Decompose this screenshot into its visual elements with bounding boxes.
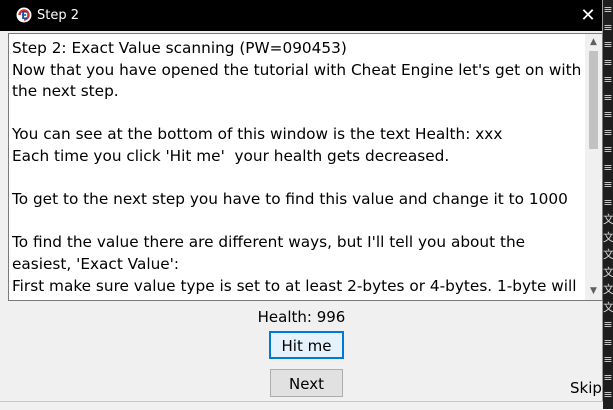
background-glyph: ≡: [603, 90, 613, 104]
background-glyph: 文: [603, 230, 613, 244]
tutorial-text: Step 2: Exact Value scanning (PW=090453)…: [12, 38, 587, 300]
tutorial-line: [12, 103, 584, 125]
background-glyph: ≡: [603, 388, 613, 401]
tutorial-dialog: Step 2 ✕ Step 2: Exact Value scanning (P…: [0, 0, 603, 401]
background-glyph: ≡: [603, 3, 613, 16]
tutorial-line: [12, 168, 584, 190]
background-glyph: ≡: [603, 335, 613, 349]
background-glyph: ≡: [603, 195, 613, 209]
close-button[interactable]: ✕: [574, 2, 602, 29]
background-glyph: ≡: [603, 38, 613, 51]
hit-me-button[interactable]: Hit me: [269, 331, 344, 359]
background-glyph: ≡: [603, 55, 613, 69]
tutorial-line: To get to the next step you have to find…: [12, 190, 568, 209]
background-glyph: ≡: [603, 125, 613, 139]
background-glyph: ≡: [603, 143, 613, 156]
tutorial-line: Now that you have opened the tutorial wi…: [12, 60, 587, 101]
background-glyph: ≡: [603, 318, 613, 331]
background-glyph: 文: [603, 300, 613, 314]
background-glyph: ≡: [603, 353, 613, 366]
scroll-up-icon[interactable]: ▲: [585, 34, 602, 51]
background-glyph: ≡: [603, 370, 613, 384]
tutorial-line: You can see at the bottom of this window…: [12, 125, 503, 144]
background-glyph: ≡: [603, 20, 613, 34]
tutorial-line: [12, 211, 584, 233]
background-glyph: ≡: [603, 73, 613, 86]
tutorial-line: Each time you click 'Hit me' your health…: [12, 146, 450, 165]
background-glyph: ≡: [603, 108, 613, 121]
background-glyph: 文: [603, 248, 613, 261]
skip-link[interactable]: Skip: [570, 378, 602, 398]
background-glyph: ≡: [603, 178, 613, 191]
background-glyph: 文: [603, 213, 613, 226]
scroll-down-icon[interactable]: ▼: [585, 283, 602, 300]
cheat-engine-icon: [16, 7, 32, 23]
vertical-scrollbar[interactable]: ▲ ▼: [585, 34, 602, 300]
tutorial-line: Step 2: Exact Value scanning (PW=090453): [12, 39, 347, 57]
tutorial-line: To find the value there are different wa…: [12, 233, 530, 273]
background-glyph: ≡: [603, 160, 613, 174]
background-glyph: 文: [603, 265, 613, 279]
scroll-thumb[interactable]: [589, 51, 598, 149]
background-window-strip: ≡ ≡ ≡ ≡ ≡ ≡ ≡ ≡ ≡ ≡ ≡ ≡ 文文文文文文 ≡ ≡ ≡ ≡ ≡: [603, 0, 613, 409]
health-label: Health: 996: [257, 308, 346, 326]
title-bar[interactable]: Step 2 ✕: [0, 0, 602, 31]
tutorial-line: First make sure value type is set to at …: [12, 276, 577, 300]
tutorial-text-area[interactable]: Step 2: Exact Value scanning (PW=090453)…: [8, 33, 603, 301]
background-glyph: 文: [603, 283, 613, 296]
next-button[interactable]: Next: [270, 369, 343, 397]
window-title: Step 2: [37, 8, 80, 23]
